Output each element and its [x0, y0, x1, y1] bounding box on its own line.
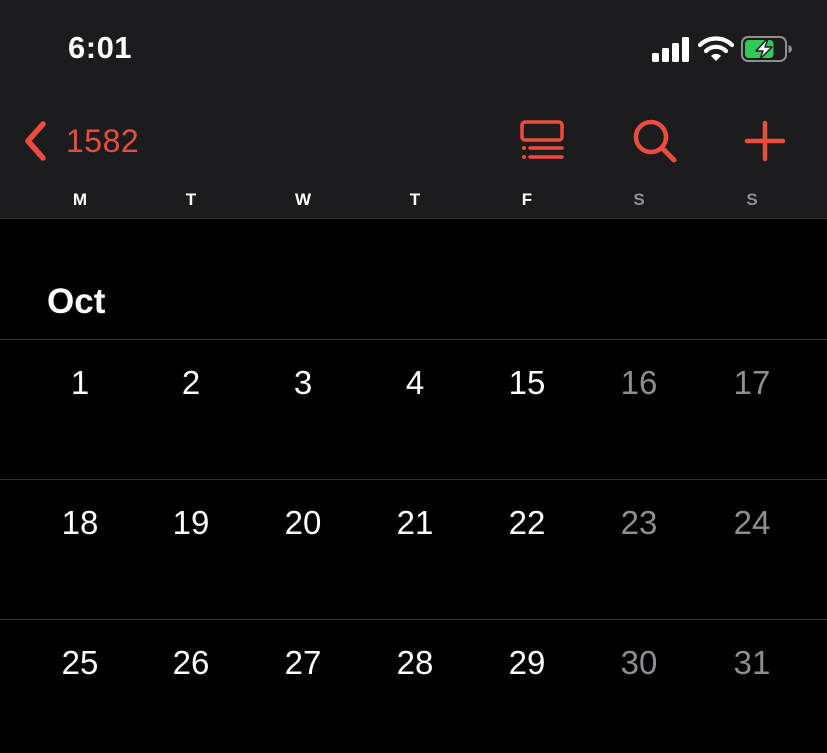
- week-row: 18 19 20 21 22 23 24: [0, 479, 827, 620]
- weekday-label: W: [294, 190, 312, 209]
- day-cell[interactable]: 30: [599, 644, 679, 682]
- status-icons: [650, 34, 800, 64]
- day-cell[interactable]: 3: [263, 364, 343, 402]
- day-cell[interactable]: 25: [40, 644, 120, 682]
- day-cell[interactable]: 31: [712, 644, 792, 682]
- weekday-label: T: [185, 190, 197, 209]
- cellular-signal-icon: [652, 36, 692, 62]
- navigation-bar: 1582: [0, 112, 827, 168]
- day-cell[interactable]: 26: [151, 644, 231, 682]
- day-cell[interactable]: 19: [151, 504, 231, 542]
- week-row: 25 26 27 28 29 30 31: [0, 619, 827, 753]
- list-view-icon[interactable]: [517, 116, 567, 166]
- calendar-screen: 6:01 1582 M T W T F S S Oct 1 2 3 4 15 1…: [0, 0, 827, 753]
- weekday-label: S: [633, 190, 645, 209]
- day-cell[interactable]: 18: [40, 504, 120, 542]
- weekday-label: T: [409, 190, 421, 209]
- weekday-label: S: [746, 190, 758, 209]
- weekday-label: F: [521, 190, 533, 209]
- search-icon[interactable]: [630, 116, 680, 166]
- day-cell[interactable]: 29: [487, 644, 567, 682]
- status-time: 6:01: [68, 30, 133, 65]
- day-cell[interactable]: 17: [712, 364, 792, 402]
- day-cell[interactable]: 28: [375, 644, 455, 682]
- back-to-year-button[interactable]: 1582: [22, 116, 139, 166]
- day-cell[interactable]: 22: [487, 504, 567, 542]
- weekday-label: M: [72, 190, 88, 209]
- battery-charging-icon: [741, 36, 792, 62]
- plus-icon[interactable]: [740, 116, 790, 166]
- day-cell[interactable]: 21: [375, 504, 455, 542]
- day-cell[interactable]: 23: [599, 504, 679, 542]
- day-cell[interactable]: 16: [599, 364, 679, 402]
- day-cell[interactable]: 20: [263, 504, 343, 542]
- month-title: Oct: [47, 282, 106, 321]
- day-cell[interactable]: 24: [712, 504, 792, 542]
- day-cell[interactable]: 1: [40, 364, 120, 402]
- back-year-label: 1582: [66, 122, 140, 159]
- day-cell[interactable]: 27: [263, 644, 343, 682]
- wifi-icon: [698, 36, 734, 61]
- calendar-header: 6:01 1582 M T W T F S S: [0, 0, 827, 219]
- day-cell[interactable]: 2: [151, 364, 231, 402]
- weekday-header: MTWTFSS: [0, 190, 827, 214]
- week-row: 1 2 3 4 15 16 17: [0, 339, 827, 480]
- day-cell[interactable]: 4: [375, 364, 455, 402]
- day-cell[interactable]: 15: [487, 364, 567, 402]
- chevron-left-icon: [25, 121, 46, 161]
